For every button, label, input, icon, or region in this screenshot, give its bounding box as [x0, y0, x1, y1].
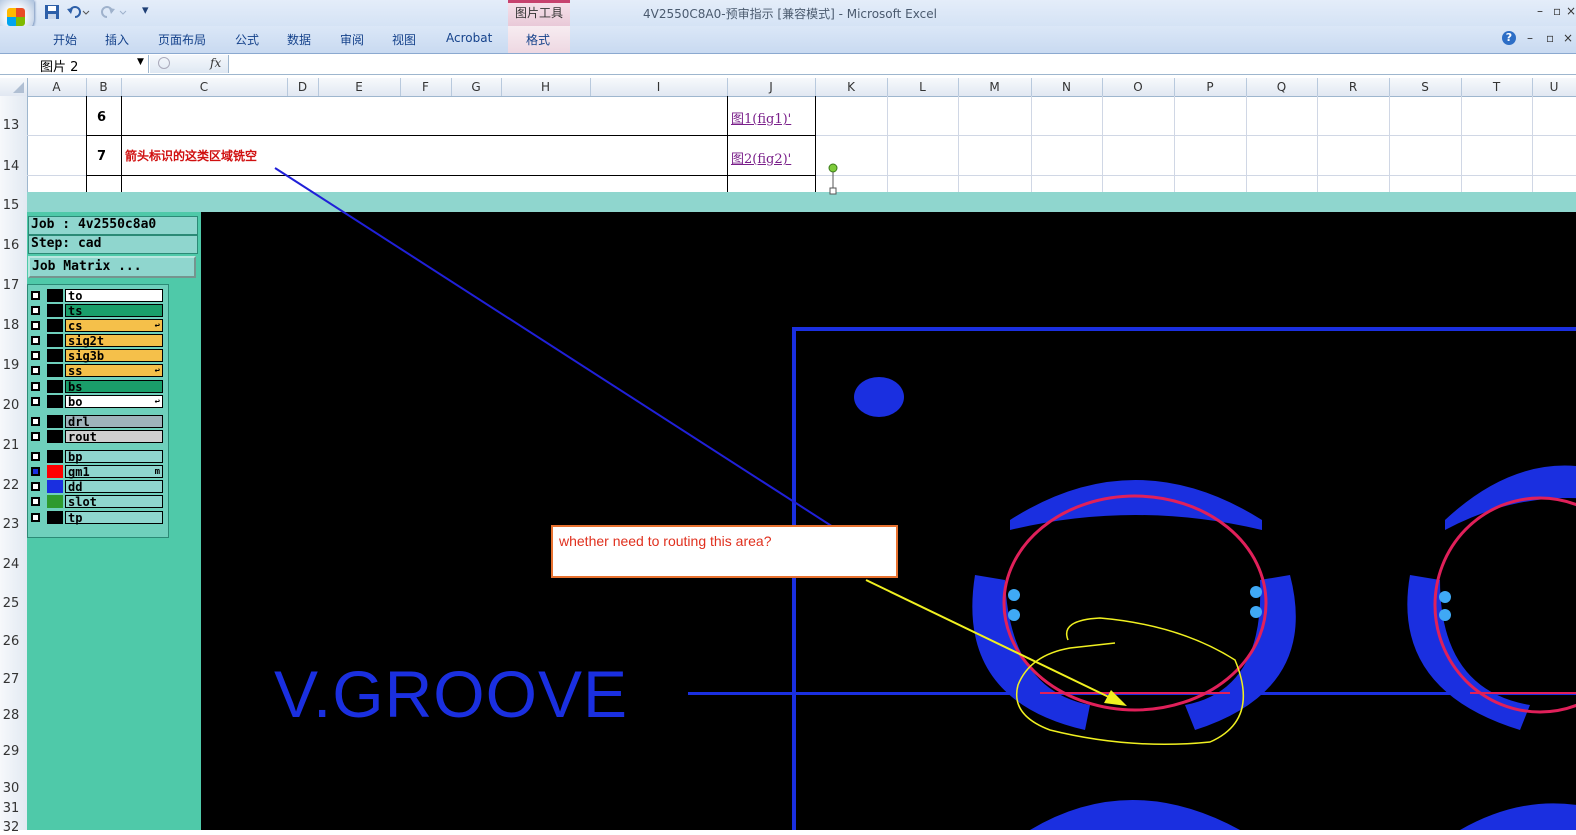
comment-callout[interactable]: whether need to routing this area?	[551, 525, 898, 578]
callout-text: whether need to routing this area?	[559, 533, 772, 549]
yellow-highlight-circle	[1016, 617, 1245, 746]
pad-arc-left	[972, 575, 1090, 730]
pcb-drawing	[274, 163, 1576, 830]
vgroove-label: V.GROOVE	[274, 657, 629, 731]
picture-resize-handle[interactable]	[829, 187, 837, 195]
board-outline-top	[794, 327, 1576, 331]
tooling-hole	[854, 377, 904, 417]
pad-arc-right	[1185, 575, 1296, 730]
picture-rotate-handle[interactable]	[828, 163, 838, 173]
circle-outline	[1002, 494, 1268, 712]
blue-annotation-arrow	[274, 167, 859, 544]
board-outline-left	[792, 327, 796, 830]
pad-arc-bottom	[1030, 800, 1240, 830]
